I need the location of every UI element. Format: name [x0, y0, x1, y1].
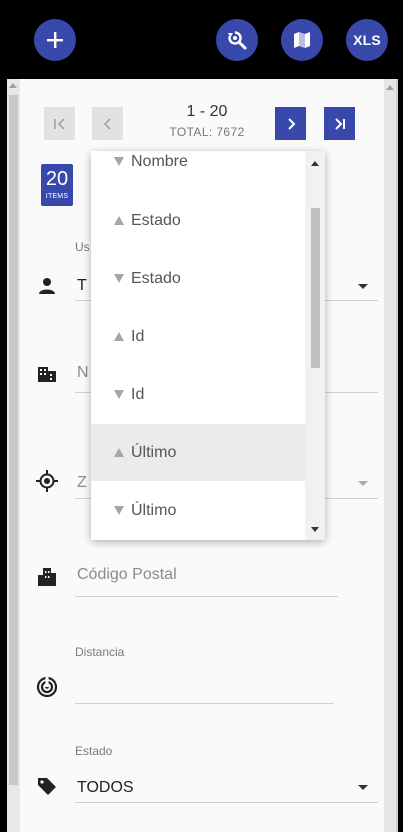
app-frame: XLS 1 - 20 TOTAL: 7672 20 ITEMS Us T N Z…	[0, 0, 403, 832]
target-icon	[35, 469, 59, 493]
building-icon	[35, 361, 59, 385]
person-icon	[35, 274, 59, 298]
sort-option-label: Último	[131, 501, 177, 519]
map-icon	[294, 32, 310, 48]
sort-descending-icon	[114, 390, 124, 399]
scroll-up-arrow-icon[interactable]	[311, 161, 319, 166]
chevron-left-icon	[103, 118, 110, 129]
panel-scrollbar[interactable]	[7, 79, 20, 832]
scroll-up-arrow-icon[interactable]	[9, 83, 17, 88]
first-page-icon	[53, 118, 64, 129]
scroll-down-arrow-icon[interactable]	[311, 527, 319, 532]
items-per-page-label: ITEMS	[45, 193, 69, 200]
scrollbar-thumb[interactable]	[9, 95, 18, 785]
zone-select-chevron-down-icon[interactable]	[358, 481, 368, 486]
user-field-label: Us	[75, 240, 90, 254]
sort-option[interactable]: Último	[91, 482, 305, 539]
sort-option[interactable]: Nombre	[91, 151, 305, 190]
tag-icon	[35, 774, 59, 798]
add-button[interactable]	[34, 19, 76, 61]
sort-descending-icon	[114, 506, 124, 515]
sort-option-label: Nombre	[131, 152, 188, 170]
postal-code-input[interactable]: Código Postal	[77, 566, 177, 584]
name-input[interactable]: N	[77, 364, 89, 382]
status-select-value[interactable]: TODOS	[77, 779, 134, 797]
dropdown-scrollbar-thumb[interactable]	[311, 208, 320, 368]
next-page-button[interactable]	[275, 107, 306, 140]
plus-icon	[47, 32, 63, 48]
last-page-button[interactable]	[324, 107, 355, 140]
postal-code-underline	[75, 596, 338, 597]
sort-option-label: Id	[131, 327, 145, 345]
sort-option[interactable]: Estado	[91, 250, 305, 307]
user-select-value[interactable]: T	[77, 277, 87, 295]
sort-descending-icon	[114, 274, 124, 283]
distance-field-label: Distancia	[75, 645, 125, 659]
chevron-right-icon	[287, 117, 295, 130]
sort-option[interactable]: Estado	[91, 192, 305, 249]
dropdown-scrollbar[interactable]	[305, 151, 325, 540]
sort-option[interactable]: Id	[91, 308, 305, 365]
sort-option-label: Id	[131, 385, 145, 403]
status-field-label: Estado	[75, 744, 113, 758]
scroll-up-arrow-icon[interactable]	[386, 85, 394, 90]
sort-option-label: Estado	[131, 269, 181, 287]
status-select-chevron-down-icon[interactable]	[358, 785, 368, 790]
page-scrollbar[interactable]	[384, 79, 396, 832]
status-field-underline	[75, 802, 378, 803]
sort-ascending-icon	[114, 216, 124, 225]
sort-ascending-icon	[114, 448, 124, 457]
first-page-button[interactable]	[44, 107, 75, 140]
sort-option-label: Estado	[131, 211, 181, 229]
radar-icon	[35, 675, 59, 699]
sort-option[interactable]: Id	[91, 366, 305, 423]
sort-ascending-icon	[114, 332, 124, 341]
export-xls-button[interactable]: XLS	[346, 19, 388, 61]
total-count: TOTAL: 7672	[169, 125, 245, 139]
city-icon	[35, 565, 59, 589]
search-refresh-button[interactable]	[216, 19, 258, 61]
sort-option-label: Último	[131, 443, 177, 461]
search-refresh-icon	[228, 31, 247, 50]
items-per-page-count: 20	[45, 168, 69, 190]
last-page-icon	[334, 117, 345, 130]
sort-option-highlighted[interactable]: Último	[91, 424, 305, 481]
user-select-chevron-down-icon[interactable]	[358, 284, 368, 289]
sort-descending-icon	[114, 157, 124, 166]
map-button[interactable]	[281, 19, 323, 61]
zone-select[interactable]: Z	[77, 474, 87, 492]
sort-dropdown-menu[interactable]: Nombre Estado Estado Id Id Último Último	[91, 151, 325, 540]
distance-input[interactable]	[75, 703, 334, 704]
items-per-page-button[interactable]: 20 ITEMS	[41, 164, 73, 206]
page-range: 1 - 20	[186, 103, 228, 120]
previous-page-button[interactable]	[92, 107, 123, 140]
